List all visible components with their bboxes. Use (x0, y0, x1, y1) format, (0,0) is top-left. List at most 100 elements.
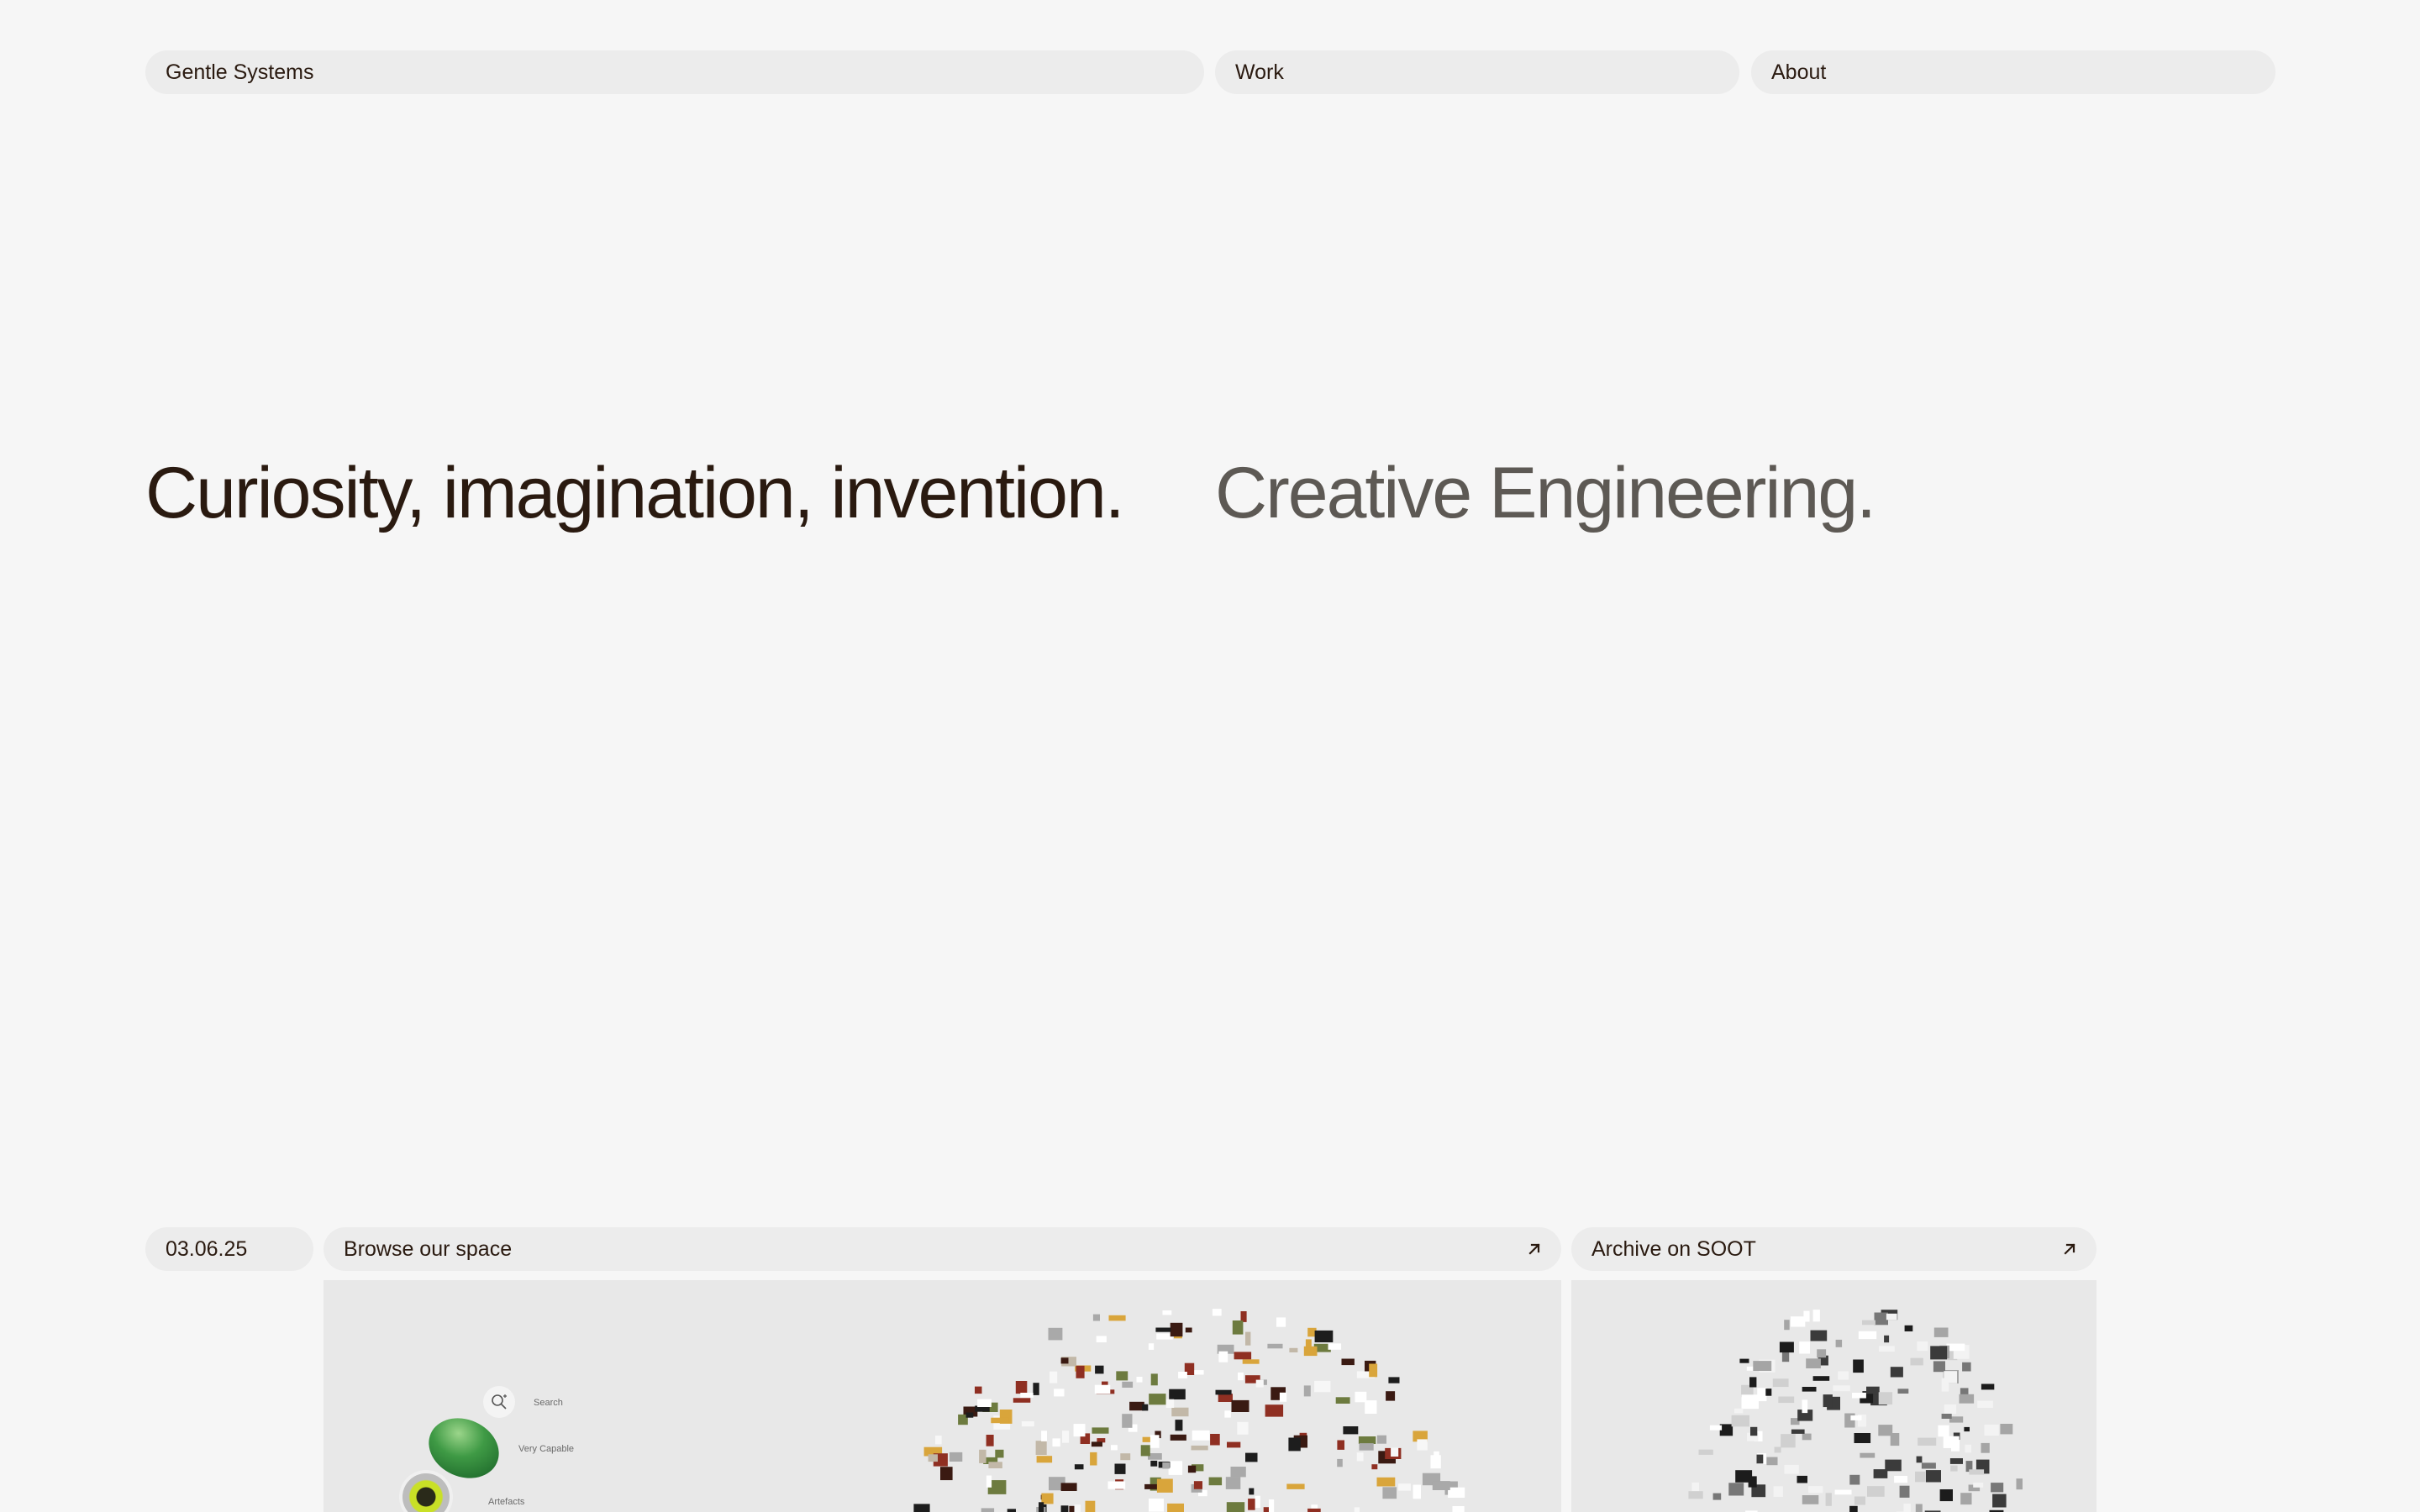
thumbnail-tile (1739, 1358, 1749, 1363)
thumbnail-tile (1149, 1394, 1166, 1405)
thumbnail-tile (1288, 1437, 1301, 1452)
thumbnail-tile (1734, 1408, 1744, 1414)
thumbnail-tile (1873, 1469, 1888, 1478)
thumbnail-tile (1094, 1384, 1111, 1394)
thumbnail-tile (1185, 1327, 1192, 1333)
thumbnail-tile (1886, 1313, 1897, 1320)
thumbnail-tile (1122, 1381, 1134, 1388)
thumbnail-tile (940, 1467, 953, 1481)
thumbnail-tile (975, 1386, 982, 1394)
thumbnail-tile (1878, 1425, 1893, 1436)
thumbnail-tile (1688, 1491, 1703, 1499)
thumbnail-tile (1753, 1361, 1772, 1371)
thumbnail-tile (1812, 1310, 1820, 1322)
browse-space-preview[interactable]: Search Very Capable Artefacts (324, 1280, 1561, 1512)
date-label: 03.06.25 (166, 1236, 248, 1261)
thumbnail-tile (1369, 1363, 1378, 1378)
nav-work-label: Work (1235, 60, 1284, 84)
archive-soot-preview[interactable] (1571, 1280, 2096, 1512)
thumbnail-tile (1803, 1310, 1810, 1322)
thumbnail-tile (1973, 1483, 1984, 1488)
thumbnail-tile (1013, 1398, 1031, 1403)
thumbnail-tile (1225, 1477, 1241, 1489)
thumbnail-tile (1930, 1346, 1948, 1360)
nav-about-link[interactable]: About (1751, 50, 2275, 94)
thumbnail-tile (1691, 1482, 1699, 1493)
thumbnail-tile (1074, 1464, 1084, 1470)
thumbnail-tile (1305, 1339, 1312, 1348)
thumbnail-tile (1823, 1394, 1833, 1408)
thumbnail-tile (1944, 1371, 1957, 1383)
thumbnail-tile (1791, 1429, 1805, 1434)
thumbnail-tile (1092, 1427, 1109, 1434)
thumbnail-tile (1276, 1317, 1286, 1327)
thumbnail-tile (977, 1399, 992, 1407)
thumbnail-tile (1248, 1499, 1255, 1510)
thumbnail-tile (1910, 1357, 1923, 1366)
thumbnail-tile (1191, 1445, 1208, 1451)
thumbnail-tile (1328, 1343, 1342, 1350)
thumbnail-tile (1897, 1389, 1909, 1394)
thumbnail-tile (1245, 1452, 1258, 1462)
thumbnail-tile (1784, 1320, 1790, 1331)
thumbnail-tile (1933, 1327, 1949, 1337)
thumbnail-tile (1090, 1452, 1097, 1466)
thumbnail-tile (1218, 1351, 1228, 1362)
thumbnail-tile (1731, 1415, 1749, 1427)
thumbnail-tile (1337, 1458, 1343, 1467)
thumbnail-tile (1060, 1357, 1069, 1364)
archive-thumbnail-cloud (1688, 1310, 2023, 1512)
thumbnail-tile (1391, 1447, 1399, 1457)
thumbnail-tile (1060, 1505, 1069, 1512)
thumbnail-tile (1232, 1320, 1244, 1335)
thumbnail-tile (1981, 1383, 1995, 1390)
browse-space-link[interactable]: Browse our space (324, 1227, 1561, 1271)
thumbnail-tile (1977, 1400, 1993, 1408)
thumbnail-tile (1386, 1391, 1396, 1401)
thumbnail-tile (1048, 1327, 1063, 1341)
thumbnail-tile (1844, 1413, 1855, 1428)
thumbnail-tile (1359, 1443, 1374, 1451)
thumbnail-tile (1238, 1372, 1244, 1381)
thumbnail-tile (1806, 1358, 1821, 1368)
thumbnail-tile (949, 1452, 963, 1462)
thumbnail-tile (1356, 1452, 1364, 1462)
thumbnail-tile (1212, 1309, 1222, 1316)
top-nav: Gentle Systems Work About (145, 50, 2275, 94)
thumbnail-tile (1904, 1325, 1913, 1331)
brand-link[interactable]: Gentle Systems (145, 50, 1204, 94)
nav-work-link[interactable]: Work (1215, 50, 1739, 94)
thumbnail-tile (1382, 1487, 1397, 1499)
thumbnail-tile (1168, 1461, 1183, 1475)
thumbnail-tile (1916, 1456, 1923, 1463)
thumbnail-tile (1774, 1446, 1781, 1453)
thumbnail-tile (1376, 1435, 1386, 1444)
thumbnail-tile (1170, 1434, 1186, 1441)
thumbnail-tile (1162, 1462, 1170, 1469)
thumbnail-tile (1303, 1385, 1311, 1397)
thumbnail-tile (1890, 1367, 1903, 1378)
thumbnail-tile (1155, 1327, 1171, 1332)
thumbnail-tile (986, 1435, 994, 1446)
thumbnail-tile (1781, 1434, 1796, 1448)
thumbnail-tile (1289, 1347, 1298, 1352)
thumbnail-tile (1925, 1470, 1941, 1483)
thumbnail-tile (1962, 1362, 1971, 1372)
thumbnail-tile (1245, 1331, 1251, 1346)
thumbnail-tile (1812, 1376, 1830, 1381)
thumbnail-tile (1991, 1483, 2004, 1493)
hero: Curiosity, imagination, invention. Creat… (145, 447, 2275, 539)
thumbnail-tile (1114, 1463, 1126, 1474)
thumbnail-tile (1170, 1322, 1183, 1337)
thumbnail-tile (1850, 1415, 1862, 1420)
thumbnail-tile (1069, 1505, 1075, 1512)
thumbnail-tile (1156, 1478, 1173, 1493)
thumbnail-tile (1015, 1381, 1028, 1394)
thumbnail-tile (1921, 1462, 1936, 1469)
thumbnail-tile (935, 1436, 942, 1445)
thumbnail-tile (1242, 1359, 1260, 1364)
archive-soot-link[interactable]: Archive on SOOT (1571, 1227, 2096, 1271)
thumbnail-tile (988, 1462, 1002, 1468)
thumbnail-tile (1448, 1487, 1465, 1498)
thumbnail-tile (1095, 1365, 1104, 1374)
